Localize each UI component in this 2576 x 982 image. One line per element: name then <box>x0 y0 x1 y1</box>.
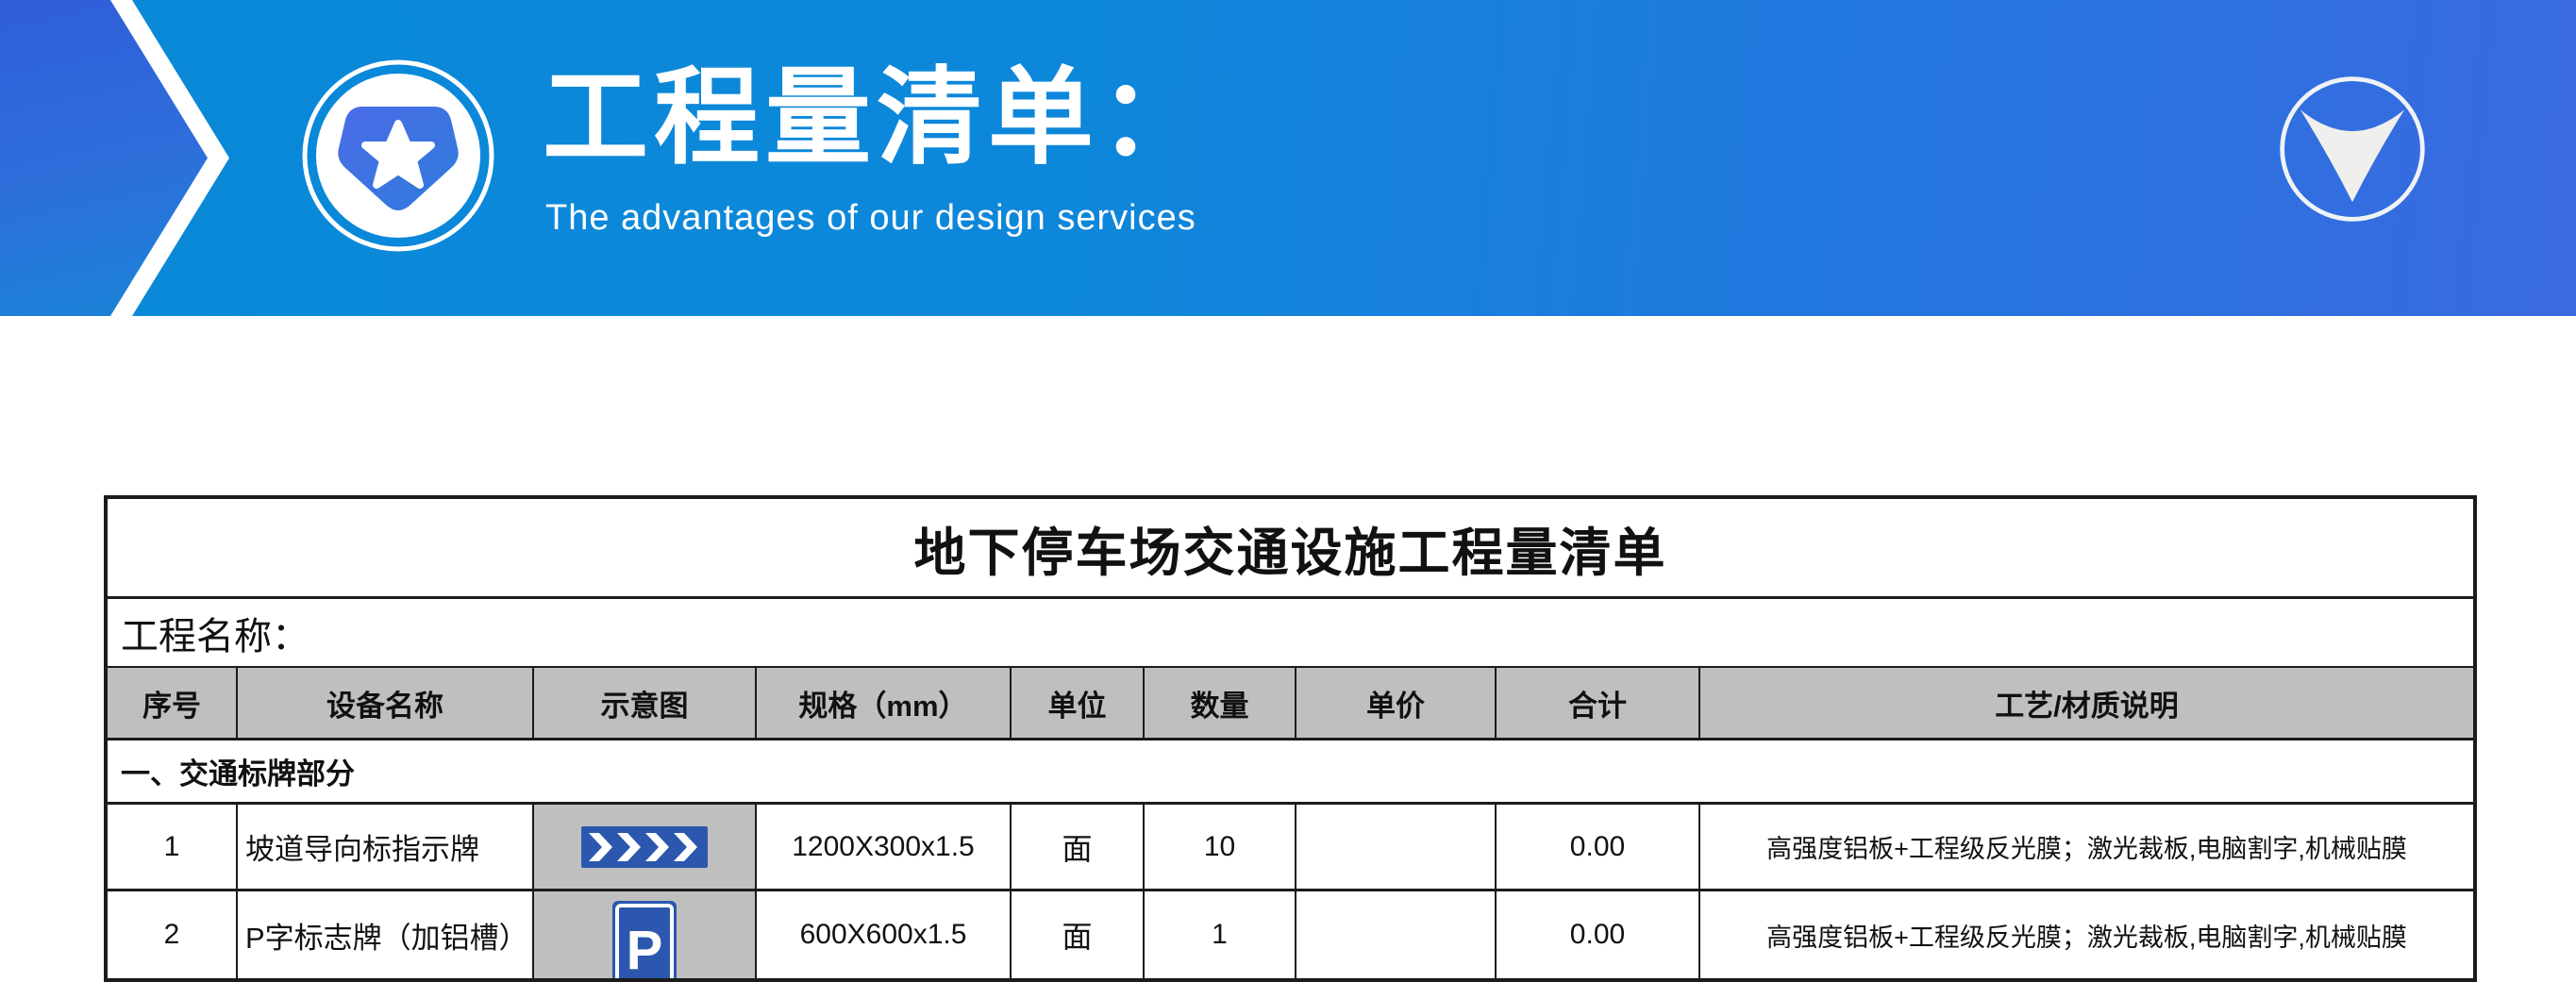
down-arrow-circle-icon <box>2276 214 2429 228</box>
cell-no: 2 <box>108 891 236 978</box>
cell-name: P字标志牌（加铝槽） <box>236 891 532 978</box>
star-shield-badge-icon <box>301 58 495 253</box>
boq-table: 地下停车场交通设施工程量清单 工程名称： 序号 设备名称 示意图 规格（mm） … <box>104 495 2477 982</box>
col-header-sign: 示意图 <box>532 668 755 738</box>
table-row: 1 坡道导向标指示牌 1200X300x1.5 面 10 0.00 高强度铝板+… <box>108 805 2473 891</box>
cell-sign <box>532 805 755 889</box>
section-row: 一、交通标牌部分 <box>108 741 2473 805</box>
scroll-down-button[interactable] <box>2276 73 2429 225</box>
cell-unit: 面 <box>1010 891 1143 978</box>
cell-spec: 600X600x1.5 <box>755 891 1010 978</box>
cell-qty: 10 <box>1143 805 1295 889</box>
cell-no: 1 <box>108 805 236 889</box>
cell-name: 坡道导向标指示牌 <box>236 805 532 889</box>
chevron-right-arrows-sign-icon <box>581 826 708 868</box>
col-header-desc: 工艺/材质说明 <box>1698 668 2473 738</box>
banner-title: 工程量清单： <box>543 49 1211 187</box>
cell-total: 0.00 <box>1495 891 1698 978</box>
table-title: 地下停车场交通设施工程量清单 <box>108 499 2473 599</box>
cell-qty: 1 <box>1143 891 1295 978</box>
svg-text:P: P <box>627 920 663 978</box>
banner-subtitle: The advantages of our design services <box>545 198 1196 239</box>
table-header-row: 序号 设备名称 示意图 规格（mm） 单位 数量 单价 合计 工艺/材质说明 <box>108 668 2473 741</box>
table-row: 2 P字标志牌（加铝槽） P 600X600x1.5 面 1 0.00 高强度铝… <box>108 891 2473 978</box>
cell-total: 0.00 <box>1495 805 1698 889</box>
col-header-unit: 单位 <box>1010 668 1143 738</box>
cell-spec: 1200X300x1.5 <box>755 805 1010 889</box>
col-header-no: 序号 <box>108 668 236 738</box>
col-header-qty: 数量 <box>1143 668 1295 738</box>
col-header-price: 单价 <box>1295 668 1495 738</box>
cell-sign: P <box>532 891 755 978</box>
header-banner: 工程量清单： The advantages of our design serv… <box>0 0 2576 316</box>
project-name-row: 工程名称： <box>108 599 2473 668</box>
cell-desc: 高强度铝板+工程级反光膜；激光裁板,电脑割字,机械贴膜 <box>1698 891 2473 978</box>
cell-unit: 面 <box>1010 805 1143 889</box>
banner-chevron-shape <box>0 0 209 316</box>
col-header-spec: 规格（mm） <box>755 668 1010 738</box>
col-header-name: 设备名称 <box>236 668 532 738</box>
col-header-total: 合计 <box>1495 668 1698 738</box>
cell-desc: 高强度铝板+工程级反光膜；激光裁板,电脑割字,机械贴膜 <box>1698 805 2473 889</box>
parking-p-sign-icon: P <box>612 901 677 978</box>
cell-unit-price <box>1295 805 1495 889</box>
cell-unit-price <box>1295 891 1495 978</box>
